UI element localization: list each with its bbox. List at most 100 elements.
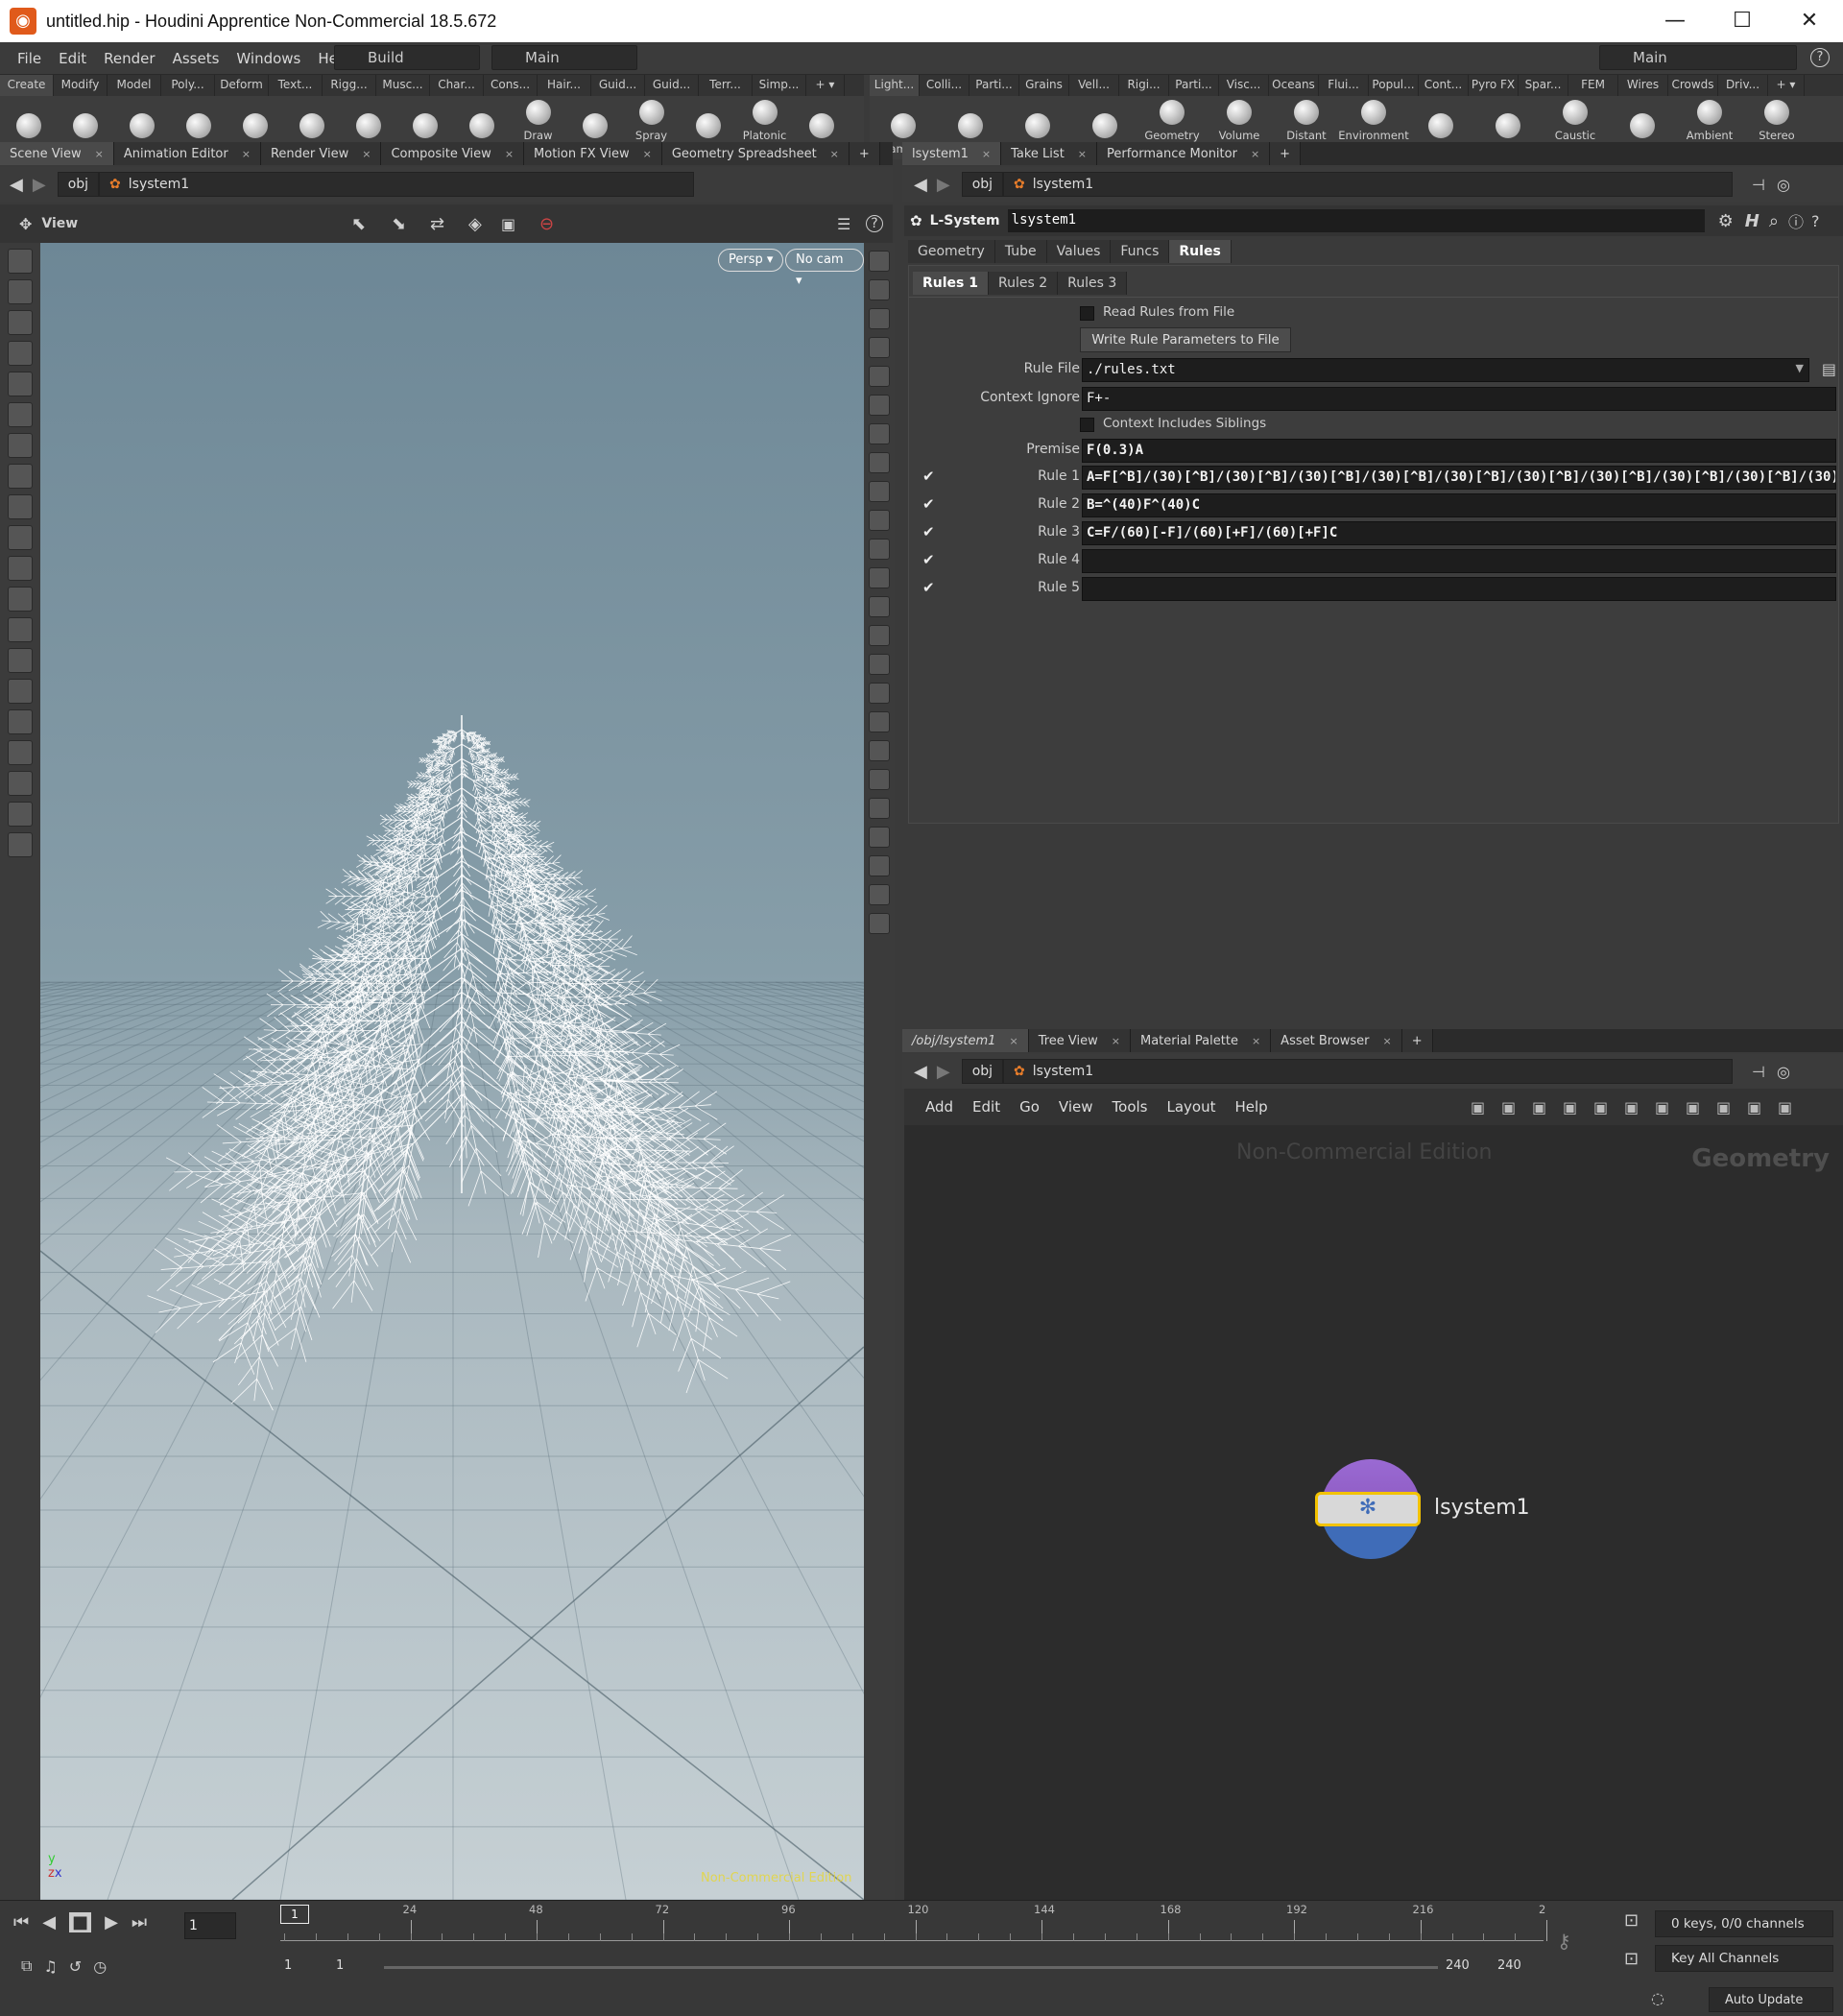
3d-viewport[interactable]: Persp ▾ No cam ▾ Non-Commercial Edition …: [40, 243, 864, 1900]
jump-end-icon[interactable]: ⏭: [132, 1912, 147, 1932]
menu-windows[interactable]: Windows: [236, 50, 300, 67]
transform-icon[interactable]: ⇄: [430, 214, 444, 234]
back-arrow-icon[interactable]: ◀: [914, 1062, 927, 1082]
display-tool-19-icon[interactable]: [869, 798, 890, 819]
display-options-icon[interactable]: ☰: [837, 215, 850, 233]
display-tool-3-icon[interactable]: [869, 337, 890, 358]
tab-composite-view[interactable]: Composite View ×: [381, 142, 525, 165]
viewport-tool-4-icon[interactable]: [8, 372, 33, 396]
shelf-tab-1[interactable]: Colli...: [920, 75, 969, 96]
rule-enable-check-icon[interactable]: ✔: [922, 580, 938, 595]
display-tool-22-icon[interactable]: [869, 884, 890, 905]
tab-performance-monitor[interactable]: Performance Monitor ×: [1097, 142, 1271, 165]
viewport-tool-19-icon[interactable]: [8, 832, 33, 857]
menu-edit[interactable]: Edit: [59, 50, 86, 67]
menu-file[interactable]: File: [17, 50, 41, 67]
display-tool-1-icon[interactable]: [869, 279, 890, 300]
shelf-tab-1[interactable]: Modify: [54, 75, 108, 96]
audio-icon[interactable]: ♫: [43, 1957, 57, 1976]
rule-field[interactable]: B=^(40)F^(40)C: [1082, 493, 1836, 517]
current-frame-field[interactable]: 1: [184, 1912, 236, 1939]
viewport-tool-15-icon[interactable]: [8, 709, 33, 734]
tab-asset-browser[interactable]: Asset Browser ×: [1271, 1029, 1402, 1052]
lsystem-node-body-icon[interactable]: ✻: [1315, 1492, 1421, 1526]
close-button[interactable]: ✕: [1776, 0, 1843, 42]
display-tool-23-icon[interactable]: [869, 913, 890, 934]
tab-rules[interactable]: Rules: [1169, 240, 1232, 263]
rule-enable-check-icon[interactable]: ✔: [922, 496, 938, 512]
shelf-tab-14[interactable]: Simp...: [753, 75, 806, 96]
rule-field[interactable]: [1082, 549, 1836, 573]
path-root-chip[interactable]: obj: [961, 1059, 1004, 1084]
pin-icon[interactable]: ⊣: [1752, 176, 1765, 194]
viewport-tool-2-icon[interactable]: [8, 310, 33, 335]
chevron-down-icon[interactable]: ▼: [1796, 362, 1804, 374]
tab-lsystem1[interactable]: lsystem1 ×: [902, 142, 1002, 165]
viewport-tool-18-icon[interactable]: [8, 802, 33, 827]
node-name-field[interactable]: lsystem1: [1007, 209, 1705, 232]
tab-render-view[interactable]: Render View ×: [260, 142, 382, 165]
viewport-tool-9-icon[interactable]: [8, 525, 33, 550]
link-icon[interactable]: ◎: [1777, 1063, 1790, 1081]
shelf-tab-2[interactable]: Model: [108, 75, 161, 96]
display-tool-21-icon[interactable]: [869, 855, 890, 876]
stop-icon[interactable]: ■: [69, 1912, 92, 1932]
net-cut-icon[interactable]: ▣: [1471, 1098, 1485, 1116]
auto-update-dropdown[interactable]: Auto Update: [1709, 1987, 1833, 2012]
select-points-icon[interactable]: ⬊: [392, 214, 406, 234]
display-tool-4-icon[interactable]: [869, 366, 890, 387]
timeline-ruler[interactable]: 1 24 48 72 96 120 144 168 192 216 2: [280, 1903, 1547, 1941]
tab-tube[interactable]: Tube: [994, 240, 1047, 263]
shelf-tab-6[interactable]: Parti...: [1169, 75, 1219, 96]
tab-rules-1[interactable]: Rules 1: [913, 272, 989, 295]
read-rules-checkbox[interactable]: [1080, 306, 1094, 321]
viewport-tool-11-icon[interactable]: [8, 587, 33, 612]
key-icon[interactable]: ⚷: [1557, 1930, 1571, 1953]
forward-arrow-icon[interactable]: ▶: [33, 175, 46, 195]
display-tool-0-icon[interactable]: [869, 251, 890, 272]
display-tool-17-icon[interactable]: [869, 740, 890, 761]
shelf-tab-17[interactable]: Driv...: [1718, 75, 1768, 96]
shelf-tab-8[interactable]: Char...: [430, 75, 484, 96]
help-icon[interactable]: ?: [1810, 48, 1830, 67]
shelf-tab-7[interactable]: Musc...: [376, 75, 430, 96]
menu-render[interactable]: Render: [104, 50, 155, 67]
net-eye-icon[interactable]: ▣: [1778, 1098, 1792, 1116]
tab-tree-view[interactable]: Tree View ×: [1028, 1029, 1131, 1052]
net-layout-icon[interactable]: ▣: [1624, 1098, 1639, 1116]
file-browse-icon[interactable]: ▤: [1822, 360, 1836, 378]
tab-geometry-spreadsheet[interactable]: Geometry Spreadsheet ×: [661, 142, 850, 165]
menu-assets[interactable]: Assets: [173, 50, 220, 67]
net-list-icon[interactable]: ▣: [1532, 1098, 1546, 1116]
tab-rules-3[interactable]: Rules 3: [1058, 272, 1128, 295]
camera-menu-button[interactable]: No cam ▾: [785, 249, 864, 288]
display-tool-14-icon[interactable]: [869, 654, 890, 675]
play-icon[interactable]: ▶: [105, 1912, 118, 1932]
shelf-tab-3[interactable]: Poly...: [161, 75, 215, 96]
premise-field[interactable]: F(0.3)A: [1082, 439, 1836, 463]
lsystem-node[interactable]: ✻: [1315, 1459, 1421, 1559]
keys-status[interactable]: 0 keys, 0/0 channels: [1655, 1910, 1833, 1937]
desktop-build-dropdown[interactable]: Build: [334, 45, 480, 70]
display-tool-5-icon[interactable]: [869, 395, 890, 416]
tab-obj-lsystem1[interactable]: /obj/lsystem1 ×: [902, 1029, 1029, 1052]
net-menu-go[interactable]: Go: [1019, 1098, 1040, 1116]
viewer-help-icon[interactable]: ?: [866, 215, 883, 232]
shelf-tab-11[interactable]: Cont...: [1419, 75, 1469, 96]
display-icon[interactable]: ▣: [501, 215, 515, 233]
shelf-tab-8[interactable]: Oceans: [1269, 75, 1319, 96]
net-color-icon[interactable]: ▣: [1563, 1098, 1577, 1116]
viewport-tool-3-icon[interactable]: [8, 341, 33, 366]
shelf-tab-12[interactable]: Pyro FX: [1469, 75, 1519, 96]
shelf-tab-10[interactable]: Popul...: [1369, 75, 1419, 96]
help-icon[interactable]: ?: [1811, 212, 1820, 230]
shelf-tab-11[interactable]: Guid...: [591, 75, 645, 96]
shelf-tab-4[interactable]: Vell...: [1069, 75, 1119, 96]
display-tool-8-icon[interactable]: [869, 481, 890, 502]
main-desktop-dropdown[interactable]: Main: [491, 45, 637, 70]
add-tab-button[interactable]: +: [1270, 142, 1302, 165]
add-shelf-button[interactable]: + ▾: [806, 75, 845, 96]
net-menu-tools[interactable]: Tools: [1113, 1098, 1148, 1116]
forward-arrow-icon[interactable]: ▶: [937, 175, 950, 195]
viewport-tool-12-icon[interactable]: [8, 617, 33, 642]
